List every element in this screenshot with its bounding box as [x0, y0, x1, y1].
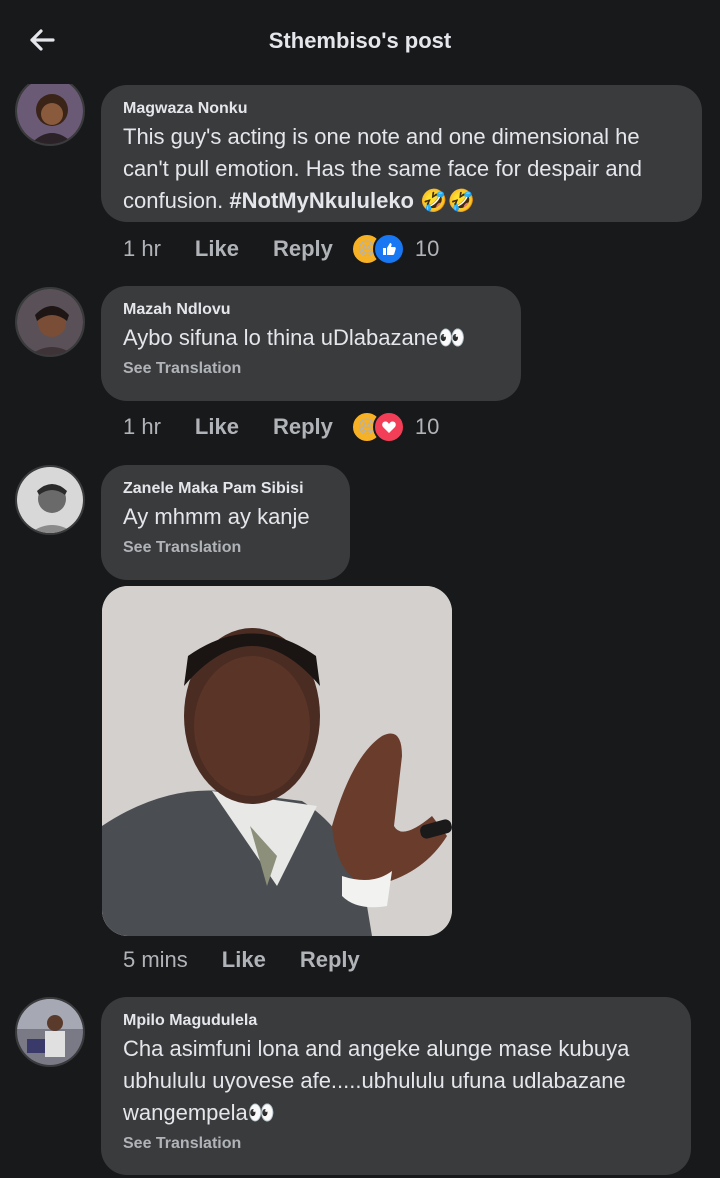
comment-text: Cha asimfuni lona and angeke alunge mase…	[123, 1036, 630, 1125]
avatar[interactable]	[15, 997, 85, 1067]
like-thumb-icon	[372, 233, 405, 265]
love-heart-icon	[372, 411, 405, 443]
comment-author[interactable]: Mazah Ndlovu	[123, 300, 499, 320]
like-button[interactable]: Like	[195, 414, 239, 440]
reply-button[interactable]: Reply	[273, 414, 333, 440]
comment-author[interactable]: Zanele Maka Pam Sibisi	[123, 479, 328, 499]
page-title: Sthembiso's post	[268, 28, 452, 53]
comment-actions: 1 hr Like Reply 😆 10	[123, 411, 439, 443]
comment-text: Aybo sifuna lo thina uDlabazane👀	[123, 325, 466, 350]
avatar[interactable]	[15, 76, 85, 146]
avatar[interactable]	[15, 287, 85, 357]
reaction-summary[interactable]: 😆 10	[350, 233, 440, 265]
comment-author[interactable]: Magwaza Nonku	[123, 99, 680, 119]
avatar[interactable]	[15, 465, 85, 535]
reply-button[interactable]: Reply	[273, 236, 333, 262]
comment-text: Ay mhmm ay kanje	[123, 504, 310, 529]
comment-time: 1 hr	[123, 414, 161, 439]
comment-actions: 1 hr Like Reply 😆 10	[123, 233, 439, 265]
comment-text: This guy's acting is one note and one di…	[123, 124, 643, 213]
comment-time: 5 mins	[123, 947, 188, 972]
like-button[interactable]: Like	[222, 947, 266, 973]
see-translation-link[interactable]: See Translation	[123, 539, 328, 557]
see-translation-link[interactable]: See Translation	[123, 1135, 669, 1153]
top-bar: Sthembiso's post	[0, 0, 720, 84]
comment-bubble[interactable]: Zanele Maka Pam Sibisi Ay mhmm ay kanje …	[101, 465, 350, 580]
like-button[interactable]: Like	[195, 236, 239, 262]
comment-bubble[interactable]: Mazah Ndlovu Aybo sifuna lo thina uDlaba…	[101, 286, 521, 401]
reaction-summary[interactable]: 😆 10	[350, 411, 440, 443]
comment-bubble[interactable]: Mpilo Magudulela Cha asimfuni lona and a…	[101, 997, 691, 1175]
reaction-count: 10	[414, 236, 440, 261]
comment-time: 1 hr	[123, 236, 161, 261]
hashtag-link[interactable]: #NotMyNkululeko	[229, 188, 414, 213]
see-translation-link[interactable]: See Translation	[123, 360, 499, 378]
comment-bubble[interactable]: Magwaza Nonku This guy's acting is one n…	[101, 85, 702, 222]
comment-photo[interactable]	[102, 586, 452, 936]
reaction-count: 10	[414, 414, 440, 439]
reply-button[interactable]: Reply	[300, 947, 360, 973]
comment-actions: 5 mins Like Reply	[123, 944, 360, 976]
comment-author[interactable]: Mpilo Magudulela	[123, 1011, 669, 1031]
